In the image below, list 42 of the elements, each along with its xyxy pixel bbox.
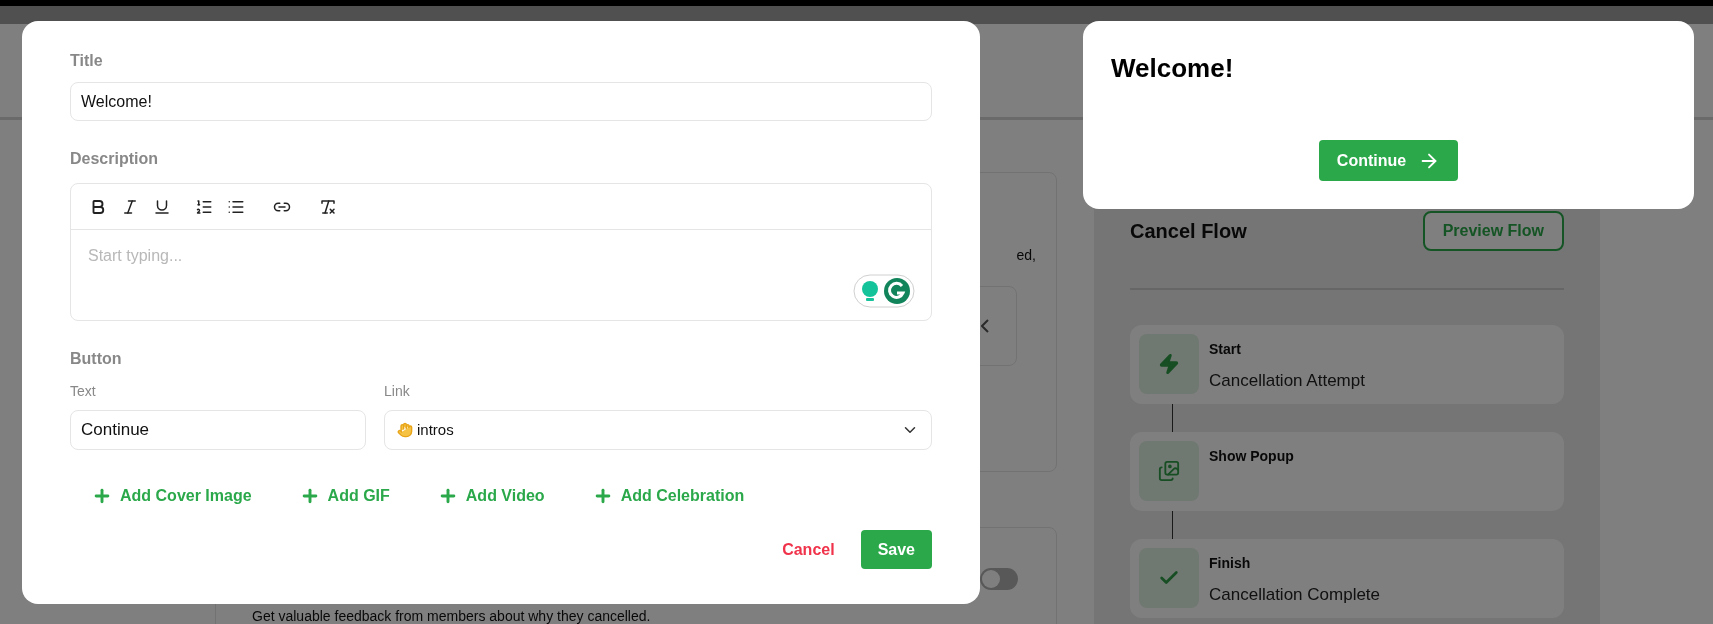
step-label: Finish xyxy=(1209,554,1252,573)
title-input[interactable]: Welcome! xyxy=(70,82,932,121)
preview-flow-button[interactable]: Preview Flow xyxy=(1422,211,1564,251)
add-media-button[interactable]: Add Cover Image xyxy=(92,484,252,508)
step-label: Start xyxy=(1209,340,1242,359)
add-media-button[interactable]: Add Celebration xyxy=(592,484,745,508)
link-value: intros xyxy=(417,419,454,440)
field-label: Description xyxy=(70,149,159,169)
save-button[interactable]: Save xyxy=(860,530,932,569)
flow-step-card[interactable]: Show Popup xyxy=(1130,432,1564,511)
feedback-description: Get valuable feedback from members about why they cancelled. xyxy=(252,607,652,624)
lightning-icon xyxy=(1158,353,1180,375)
numbered-list-icon[interactable] xyxy=(195,197,213,216)
section-label: Button xyxy=(70,349,123,369)
underline-icon[interactable] xyxy=(153,197,171,216)
clear-format-icon[interactable] xyxy=(319,197,337,216)
writing-assistant-icon[interactable] xyxy=(853,274,915,308)
popup-title: Welcome! xyxy=(1111,52,1235,85)
field-label: Text xyxy=(70,382,97,401)
rich-text-editor[interactable]: Start typing... xyxy=(70,183,932,321)
add-media-button[interactable]: Add GIF xyxy=(299,484,390,508)
flow-step-card[interactable]: Start Cancellation Attempt xyxy=(1130,325,1564,404)
field-label: Link xyxy=(384,382,411,401)
chevron-icon xyxy=(981,319,989,333)
step-detail: Cancellation Complete xyxy=(1209,584,1381,606)
editor-placeholder: Start typing... xyxy=(88,247,183,264)
images-icon xyxy=(1158,460,1180,482)
cancel-button[interactable]: Cancel xyxy=(782,537,835,562)
link-select[interactable]: intros xyxy=(384,410,932,450)
panel-title: Cancel Flow xyxy=(1130,219,1247,244)
toggle-switch[interactable] xyxy=(980,568,1018,590)
continue-button[interactable]: Continue xyxy=(1318,140,1459,181)
step-detail: Cancellation Attempt xyxy=(1209,370,1365,392)
add-media-button[interactable]: Add Video xyxy=(437,484,545,508)
field-label: Title xyxy=(70,51,104,71)
button-text-input[interactable]: Continue xyxy=(70,410,366,450)
italic-icon[interactable] xyxy=(121,197,139,216)
flow-step-card[interactable]: Finish Cancellation Complete xyxy=(1130,539,1564,618)
hand-icon xyxy=(397,422,413,438)
card-text: ed, xyxy=(1016,246,1036,265)
plus-icon xyxy=(92,486,112,506)
step-label: Show Popup xyxy=(1209,447,1294,466)
